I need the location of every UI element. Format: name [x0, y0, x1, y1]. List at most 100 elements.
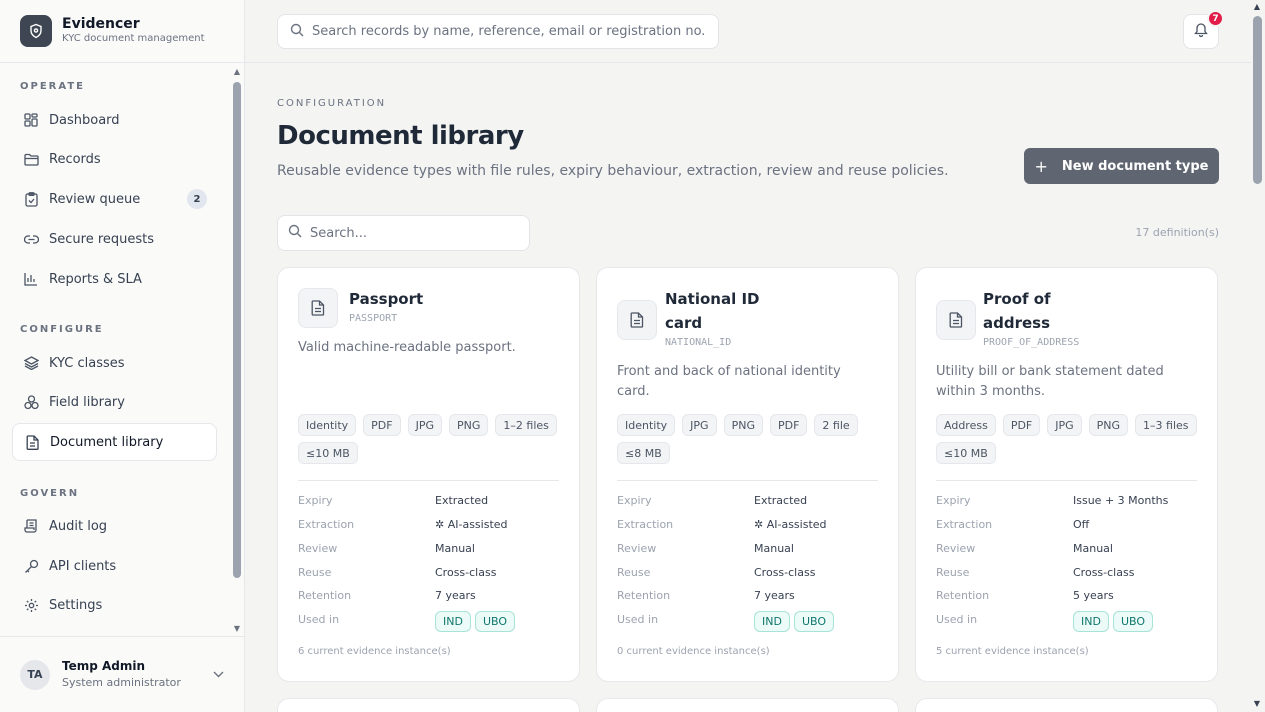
chip-format: JPG: [682, 414, 717, 436]
chip-category: Identity: [298, 414, 357, 436]
document-search-placeholder: Search...: [310, 225, 368, 241]
chevron-down-icon[interactable]: [213, 667, 224, 681]
sidebar-item-label: Secure requests: [49, 231, 155, 247]
retention-label: Retention: [298, 589, 352, 602]
gear-icon: [23, 597, 39, 613]
expiry-value: Issue + 3 Months: [1073, 494, 1169, 507]
chip-format: JPG: [407, 414, 443, 436]
extraction-label: Extraction: [617, 518, 674, 531]
card-description: Utility bill or bank statement dated wit…: [936, 364, 1164, 399]
bell-icon: [1194, 22, 1208, 41]
sidebar-item-label: Records: [49, 151, 101, 167]
document-type-card-passport[interactable]: Passport PASSPORT Valid machine-readable…: [277, 267, 580, 682]
document-icon: [617, 300, 657, 340]
sidebar-item-reports[interactable]: Reports & SLA: [12, 260, 217, 298]
sidebar-item-field-library[interactable]: Field library: [12, 383, 217, 421]
extraction-value-text: AI-assisted: [766, 518, 827, 531]
avatar: TA: [20, 659, 50, 690]
sidebar-item-label: Review queue: [49, 191, 141, 207]
sidebar-item-dashboard[interactable]: Dashboard: [12, 101, 217, 139]
sidebar-item-label: Audit log: [49, 518, 108, 534]
document-type-card[interactable]: [596, 698, 899, 712]
sidebar-item-label: Document library: [50, 434, 164, 450]
sidebar-item-kyc-classes[interactable]: KYC classes: [12, 344, 217, 382]
sidebar-item-label: Field library: [49, 394, 125, 410]
sidebar: Evidencer KYC document management OPERAT…: [0, 0, 245, 712]
review-value: Manual: [1073, 542, 1113, 555]
topbar: Search records by name, reference, email…: [245, 0, 1251, 63]
chip-format: PDF: [1002, 414, 1041, 436]
document-type-card[interactable]: [277, 698, 580, 712]
class-chip[interactable]: IND: [1073, 611, 1109, 632]
sidebar-item-records[interactable]: Records: [12, 140, 217, 178]
card-footer: 6 current evidence instance(s): [298, 646, 451, 657]
page-eyebrow: CONFIGURATION: [277, 98, 387, 109]
sidebar-scroll-up[interactable]: ▲: [234, 67, 240, 76]
reuse-value: Cross-class: [435, 566, 497, 579]
class-chip[interactable]: UBO: [793, 611, 835, 632]
document-type-card-proof-of-address[interactable]: Proof of address PROOF_OF_ADDRESS Utilit…: [915, 267, 1218, 682]
sidebar-item-review-queue[interactable]: Review queue 2: [12, 180, 217, 218]
sidebar-item-label: API clients: [49, 558, 117, 574]
class-chip[interactable]: IND: [754, 611, 790, 632]
brand-name: Evidencer: [62, 16, 140, 32]
expiry-label: Expiry: [936, 494, 971, 507]
sidebar-item-label: Settings: [49, 597, 103, 613]
global-search-input[interactable]: Search records by name, reference, email…: [277, 14, 719, 49]
chip-category: Identity: [617, 414, 676, 436]
retention-value: 7 years: [435, 589, 476, 602]
page-scroll-up[interactable]: ▲: [1254, 2, 1260, 11]
retention-value: 5 years: [1073, 589, 1114, 602]
sidebar-item-secure-requests[interactable]: Secure requests: [12, 220, 217, 258]
new-document-type-button[interactable]: + New document type: [1024, 148, 1219, 184]
chip-file-count: 2 file: [814, 414, 858, 436]
sidebar-item-label: Reports & SLA: [49, 271, 142, 287]
sidebar-scrollbar[interactable]: [233, 82, 241, 578]
document-type-card-national-id[interactable]: National ID card NATIONAL_ID Front and b…: [596, 267, 899, 682]
document-search-input[interactable]: Search...: [277, 215, 530, 251]
card-title-line2: card: [665, 314, 703, 332]
card-footer: 0 current evidence instance(s): [617, 646, 770, 657]
page-scroll-down[interactable]: ▼: [1254, 699, 1260, 708]
review-label: Review: [298, 542, 338, 555]
definition-count: 17 definition(s): [1135, 226, 1219, 239]
class-chip[interactable]: IND: [435, 611, 471, 632]
expiry-label: Expiry: [617, 494, 652, 507]
card-title-line2: address: [983, 314, 1051, 332]
extraction-value: ✲ AI-assisted: [754, 518, 827, 531]
layers-icon: [23, 355, 39, 371]
used-in-label: Used in: [617, 613, 659, 626]
class-chip[interactable]: UBO: [474, 611, 516, 632]
sidebar-nav: OPERATE Dashboard Records Review queue 2…: [0, 63, 244, 636]
global-search-placeholder: Search records by name, reference, email…: [312, 24, 706, 39]
sidebar-item-api-clients[interactable]: API clients: [12, 547, 217, 585]
notifications-button[interactable]: 7: [1183, 10, 1224, 49]
document-type-card[interactable]: [915, 698, 1218, 712]
page-scrollbar[interactable]: [1253, 16, 1262, 184]
card-title-line1: Proof of: [983, 290, 1051, 308]
review-count-badge: 2: [187, 189, 207, 209]
page-subtitle: Reusable evidence types with file rules,…: [277, 163, 949, 179]
expiry-value: Extracted: [754, 494, 808, 507]
document-icon: [936, 300, 976, 340]
shapes-icon: [23, 394, 39, 410]
card-title: Passport: [349, 290, 424, 308]
reuse-label: Reuse: [617, 566, 651, 579]
review-label: Review: [936, 542, 976, 555]
sidebar-item-audit-log[interactable]: Audit log: [12, 507, 217, 545]
reuse-label: Reuse: [298, 566, 332, 579]
extraction-value-text: AI-assisted: [447, 518, 508, 531]
reuse-value: Cross-class: [754, 566, 816, 579]
notification-count-badge: 7: [1207, 10, 1224, 27]
class-chip[interactable]: UBO: [1112, 611, 1154, 632]
sidebar-scroll-down[interactable]: ▼: [234, 624, 240, 633]
document-icon: [24, 434, 40, 450]
user-role: System administrator: [62, 676, 181, 689]
plus-icon: +: [1034, 156, 1048, 176]
sidebar-item-settings[interactable]: Settings: [12, 586, 217, 624]
sidebar-item-document-library[interactable]: Document library: [12, 423, 217, 461]
section-operate: OPERATE: [20, 81, 85, 92]
brand[interactable]: Evidencer KYC document management: [0, 0, 244, 63]
user-menu[interactable]: TA Temp Admin System administrator: [0, 636, 244, 712]
expiry-value: Extracted: [435, 494, 489, 507]
